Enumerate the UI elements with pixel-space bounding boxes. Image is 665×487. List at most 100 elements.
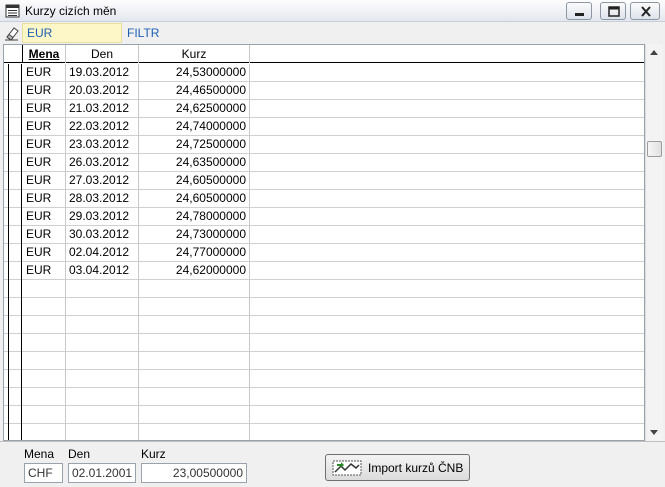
cell-mena[interactable]	[23, 424, 66, 440]
cell-kurz[interactable]: 24,46500000	[139, 82, 250, 100]
row-indicator[interactable]	[4, 244, 22, 262]
cell-den[interactable]	[66, 424, 139, 440]
cell-den[interactable]: 28.03.2012	[66, 190, 139, 208]
cell-den[interactable]: 03.04.2012	[66, 262, 139, 280]
maximize-button[interactable]	[600, 2, 626, 20]
import-cnb-rates-button[interactable]: Import kurzů ČNB	[325, 454, 470, 481]
cell-den[interactable]: 19.03.2012	[66, 64, 139, 82]
cell-kurz[interactable]	[139, 316, 250, 334]
scroll-down-icon[interactable]	[650, 430, 658, 435]
table-row[interactable]: EUR 30.03.2012 24,73000000	[4, 226, 644, 244]
cell-kurz[interactable]: 24,62500000	[139, 100, 250, 118]
table-row[interactable]: EUR 19.03.2012 24,53000000	[4, 64, 644, 82]
cell-mena[interactable]: EUR	[23, 208, 66, 226]
cell-den[interactable]: 29.03.2012	[66, 208, 139, 226]
cell-den[interactable]	[66, 406, 139, 424]
table-row[interactable]: EUR 27.03.2012 24,60500000	[4, 172, 644, 190]
cell-mena[interactable]	[23, 334, 66, 352]
empty-table-row[interactable]	[4, 334, 644, 352]
eraser-icon[interactable]	[4, 25, 20, 41]
cell-mena[interactable]: EUR	[23, 226, 66, 244]
row-indicator[interactable]	[4, 64, 22, 82]
empty-table-row[interactable]	[4, 316, 644, 334]
table-row[interactable]: EUR 23.03.2012 24,72500000	[4, 136, 644, 154]
title-bar[interactable]: Kurzy cizích měn	[0, 0, 665, 22]
row-indicator[interactable]	[4, 298, 22, 316]
empty-table-row[interactable]	[4, 298, 644, 316]
cell-kurz[interactable]: 24,72500000	[139, 136, 250, 154]
row-indicator[interactable]	[4, 424, 22, 440]
close-button[interactable]	[630, 2, 660, 20]
table-row[interactable]: EUR 29.03.2012 24,78000000	[4, 208, 644, 226]
cell-den[interactable]: 22.03.2012	[66, 118, 139, 136]
cell-kurz[interactable]	[139, 424, 250, 440]
cell-den[interactable]: 26.03.2012	[66, 154, 139, 172]
row-indicator[interactable]	[4, 100, 22, 118]
row-indicator[interactable]	[4, 172, 22, 190]
cell-den[interactable]	[66, 370, 139, 388]
cell-kurz[interactable]	[139, 406, 250, 424]
cell-mena[interactable]: EUR	[23, 64, 66, 82]
cell-mena[interactable]	[23, 352, 66, 370]
table-row[interactable]: EUR 28.03.2012 24,60500000	[4, 190, 644, 208]
table-row[interactable]: EUR 22.03.2012 24,74000000	[4, 118, 644, 136]
cell-mena[interactable]	[23, 316, 66, 334]
cell-den[interactable]: 30.03.2012	[66, 226, 139, 244]
cell-kurz[interactable]: 24,60500000	[139, 172, 250, 190]
cell-kurz[interactable]	[139, 370, 250, 388]
row-indicator[interactable]	[4, 352, 22, 370]
cell-den[interactable]: 21.03.2012	[66, 100, 139, 118]
empty-table-row[interactable]	[4, 280, 644, 298]
cell-mena[interactable]	[23, 280, 66, 298]
cell-kurz[interactable]	[139, 352, 250, 370]
row-indicator[interactable]	[4, 388, 22, 406]
row-indicator[interactable]	[4, 154, 22, 172]
cell-mena[interactable]: EUR	[23, 82, 66, 100]
cell-mena[interactable]: EUR	[23, 262, 66, 280]
cell-mena[interactable]: EUR	[23, 118, 66, 136]
column-header-mena[interactable]: Mena	[23, 45, 66, 63]
vertical-scrollbar[interactable]	[645, 44, 663, 441]
table-row[interactable]: EUR 26.03.2012 24,63500000	[4, 154, 644, 172]
table-row[interactable]: EUR 03.04.2012 24,62000000	[4, 262, 644, 280]
cell-mena[interactable]	[23, 406, 66, 424]
cell-mena[interactable]: EUR	[23, 172, 66, 190]
minimize-button[interactable]	[566, 2, 592, 20]
row-indicator[interactable]	[4, 118, 22, 136]
empty-table-row[interactable]	[4, 406, 644, 424]
cell-mena[interactable]: EUR	[23, 136, 66, 154]
cell-kurz[interactable]	[139, 388, 250, 406]
table-row[interactable]: EUR 21.03.2012 24,62500000	[4, 100, 644, 118]
empty-table-row[interactable]	[4, 388, 644, 406]
row-indicator[interactable]	[4, 406, 22, 424]
row-indicator[interactable]	[4, 370, 22, 388]
row-indicator[interactable]	[4, 208, 22, 226]
empty-table-row[interactable]	[4, 370, 644, 388]
row-indicator[interactable]	[4, 280, 22, 298]
cell-mena[interactable]	[23, 388, 66, 406]
row-indicator[interactable]	[4, 190, 22, 208]
cell-den[interactable]	[66, 352, 139, 370]
column-header-kurz[interactable]: Kurz	[139, 45, 250, 63]
cell-mena[interactable]: EUR	[23, 244, 66, 262]
cell-kurz[interactable]	[139, 334, 250, 352]
cell-den[interactable]	[66, 388, 139, 406]
cell-kurz[interactable]	[139, 280, 250, 298]
cell-den[interactable]: 27.03.2012	[66, 172, 139, 190]
table-row[interactable]: EUR 02.04.2012 24,77000000	[4, 244, 644, 262]
cell-kurz[interactable]: 24,77000000	[139, 244, 250, 262]
cell-den[interactable]: 20.03.2012	[66, 82, 139, 100]
cell-den[interactable]: 23.03.2012	[66, 136, 139, 154]
row-indicator[interactable]	[4, 82, 22, 100]
row-indicator[interactable]	[4, 334, 22, 352]
cell-mena[interactable]	[23, 298, 66, 316]
cell-kurz[interactable]: 24,62000000	[139, 262, 250, 280]
cell-mena[interactable]: EUR	[23, 100, 66, 118]
cell-den[interactable]	[66, 316, 139, 334]
currency-rates-grid[interactable]: Mena Den Kurz EUR 19.03.2012 24,53000000 EU…	[3, 44, 645, 441]
row-indicator[interactable]	[4, 226, 22, 244]
row-indicator[interactable]	[4, 316, 22, 334]
cell-kurz[interactable]: 24,73000000	[139, 226, 250, 244]
cell-den[interactable]	[66, 280, 139, 298]
cell-den[interactable]	[66, 334, 139, 352]
